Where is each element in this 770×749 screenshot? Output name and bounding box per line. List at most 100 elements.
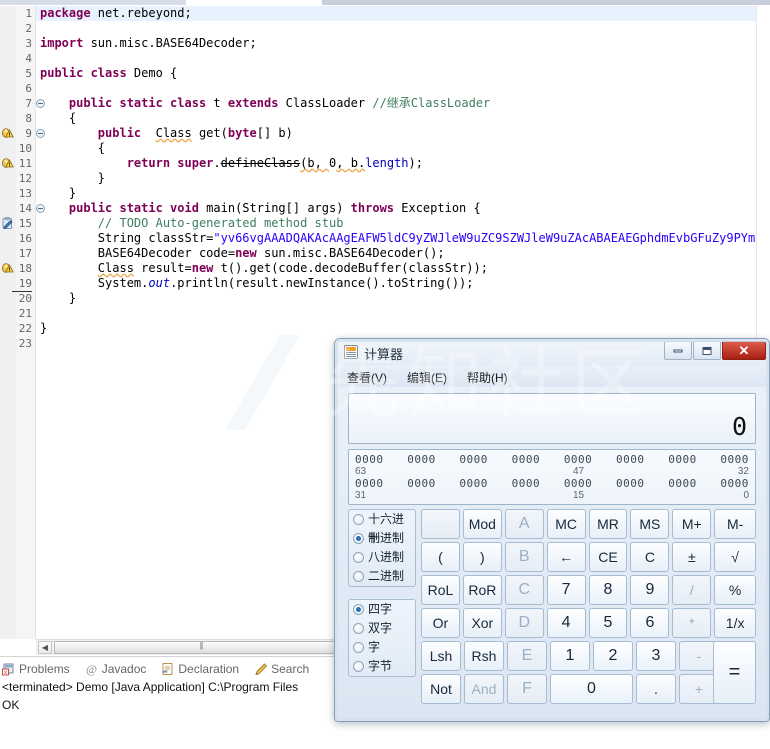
base-option-八进制[interactable]: 八进制 (349, 548, 415, 567)
calc-key-Or[interactable]: Or (421, 608, 460, 638)
calc-key-C[interactable]: C (630, 542, 670, 572)
bottom-tab-javadoc[interactable]: @ Javadoc (83, 662, 149, 676)
maximize-button[interactable] (693, 341, 721, 360)
calc-key-F[interactable]: F (507, 674, 547, 704)
code-line[interactable] (36, 81, 770, 96)
bottom-tab-declaration[interactable]: Declaration (159, 662, 241, 676)
code-line[interactable]: Class result=new t().get(code.decodeBuff… (36, 261, 770, 276)
calc-key-rparen[interactable]: ) (462, 542, 502, 572)
bit-groups-high[interactable]: 0000 0000 0000 0000 0000 0000 0000 0000 (355, 453, 749, 466)
gutter-row[interactable]: 21 (0, 306, 36, 321)
calc-key-7[interactable]: 7 (546, 575, 586, 605)
bottom-tab-problems[interactable]: x Problems (0, 662, 72, 676)
gutter-row[interactable]: 20 (0, 291, 36, 306)
bit-low-nibble[interactable]: 0000 (512, 477, 541, 490)
minimize-button[interactable] (664, 341, 692, 360)
bit-low-nibble[interactable]: 0000 (459, 477, 488, 490)
code-line[interactable]: import sun.misc.BASE64Decoder; (36, 36, 770, 51)
code-line[interactable]: // TODO Auto-generated method stub (36, 216, 770, 231)
calc-key-sqrt[interactable]: √ (714, 542, 757, 572)
calc-key-8[interactable]: 8 (588, 575, 628, 605)
calc-key-backspace[interactable]: ← (546, 542, 586, 572)
base-option-十六进制[interactable]: 十六进制 (349, 510, 415, 545)
word-option-字[interactable]: 字 (349, 638, 415, 657)
code-line[interactable]: } (36, 171, 770, 186)
gutter-row[interactable]: 5 (0, 66, 36, 81)
code-line[interactable]: } (36, 186, 770, 201)
calc-key-.[interactable]: . (636, 674, 676, 704)
calc-key-Not[interactable]: Not (421, 674, 461, 704)
calc-key-=[interactable]: = (713, 641, 756, 704)
word-option-字节[interactable]: 字节 (349, 657, 415, 676)
gutter-row[interactable]: 2 (0, 21, 36, 36)
bit-high-nibble[interactable]: 0000 (407, 453, 436, 466)
calc-key-1/x[interactable]: 1/x (714, 608, 757, 638)
code-line[interactable]: { (36, 111, 770, 126)
calc-key-1[interactable]: 1 (550, 641, 590, 671)
menu-item-帮助H[interactable]: 帮助(H) (464, 368, 511, 387)
gutter-row[interactable]: 9 (0, 126, 45, 141)
calc-key-And[interactable]: And (464, 674, 504, 704)
bit-low-nibble[interactable]: 0000 (407, 477, 436, 490)
bit-high-nibble[interactable]: 0000 (355, 453, 384, 466)
menu-item-编辑E[interactable]: 编辑(E) (404, 368, 450, 387)
calc-key-MC[interactable]: MC (546, 509, 586, 539)
calc-key-6[interactable]: 6 (630, 608, 670, 638)
radio-dot-icon[interactable] (353, 514, 364, 525)
scrollbar-thumb[interactable] (54, 641, 348, 654)
gutter-row[interactable]: 4 (0, 51, 36, 66)
bit-low-nibble[interactable]: 0000 (720, 477, 749, 490)
calc-key-RoL[interactable]: RoL (421, 575, 460, 605)
gutter-row[interactable]: 19 (0, 276, 36, 292)
code-line[interactable]: public static void main(String[] args) t… (36, 201, 770, 216)
word-size-radio-group[interactable]: 四字 双字字字节 (348, 599, 416, 677)
gutter-row[interactable]: 1 (0, 6, 36, 21)
calculator-menu-bar[interactable]: 查看(V) 编辑(E) 帮助(H) (339, 367, 767, 387)
gutter-row[interactable]: 16 (0, 231, 36, 246)
code-line[interactable] (36, 306, 770, 321)
bottom-tab-search[interactable]: Search (252, 662, 311, 676)
calc-key-RoR[interactable]: RoR (462, 575, 502, 605)
editor-tab-active[interactable] (0, 0, 186, 5)
bit-row-high[interactable]: 0000 0000 0000 0000 0000 0000 0000 0000 63 47 32 (355, 453, 749, 477)
gutter-row[interactable]: 23 (0, 336, 36, 351)
code-line[interactable]: System.out.println(result.newInstance().… (36, 276, 770, 291)
calculator-keypad[interactable]: Mod A MC MR MS M+ M- () B ← CE C ± √ RoL RoR C 7 8 9 /% Or Xor… (421, 509, 759, 711)
bit-low-nibble[interactable]: 0000 (564, 477, 593, 490)
radio-dot-icon[interactable] (353, 642, 364, 653)
code-line[interactable] (36, 21, 770, 36)
calc-key-MR[interactable]: MR (588, 509, 628, 539)
radio-dot-icon[interactable] (353, 552, 364, 563)
calc-key-blank[interactable] (421, 509, 460, 539)
gutter-row[interactable]: 14 (0, 201, 45, 216)
calc-key-B[interactable]: B (504, 542, 544, 572)
code-line[interactable]: { (36, 141, 770, 156)
calc-key-D[interactable]: D (504, 608, 544, 638)
calc-key-lparen[interactable]: ( (421, 542, 460, 572)
gutter-row[interactable]: 15 (0, 216, 36, 231)
bit-toggle-panel[interactable]: 0000 0000 0000 0000 0000 0000 0000 0000 63 47 32 … (348, 449, 756, 505)
base-option-二进制[interactable]: 二进制 (349, 567, 415, 586)
calc-key-3[interactable]: 3 (636, 641, 676, 671)
calc-key-M-[interactable]: M- (714, 509, 757, 539)
bit-groups-low[interactable]: 0000 0000 0000 0000 0000 0000 0000 0000 (355, 477, 749, 490)
radio-dot-icon[interactable] (353, 604, 364, 615)
radio-dot-icon[interactable] (353, 571, 364, 582)
gutter-row[interactable]: 12 (0, 171, 36, 186)
calc-key-MS[interactable]: MS (630, 509, 670, 539)
word-option-四字[interactable]: 四字 (349, 600, 415, 619)
gutter-row[interactable]: 7 (0, 96, 45, 111)
calc-key-Lsh[interactable]: Lsh (421, 641, 461, 671)
bit-high-nibble[interactable]: 0000 (616, 453, 645, 466)
gutter-row[interactable]: 3 (0, 36, 36, 51)
calc-key-0[interactable]: 0 (550, 674, 633, 704)
code-line[interactable]: public class Demo { (36, 66, 770, 81)
bit-high-nibble[interactable]: 0000 (668, 453, 697, 466)
bit-high-nibble[interactable]: 0000 (720, 453, 749, 466)
code-line[interactable]: package net.rebeyond; (36, 6, 770, 21)
word-option-双字[interactable]: 双字 (349, 619, 415, 638)
radio-dot-icon[interactable] (353, 623, 364, 634)
calc-key-Mod[interactable]: Mod (462, 509, 502, 539)
calc-key-Rsh[interactable]: Rsh (464, 641, 504, 671)
calc-key-5[interactable]: 5 (588, 608, 628, 638)
